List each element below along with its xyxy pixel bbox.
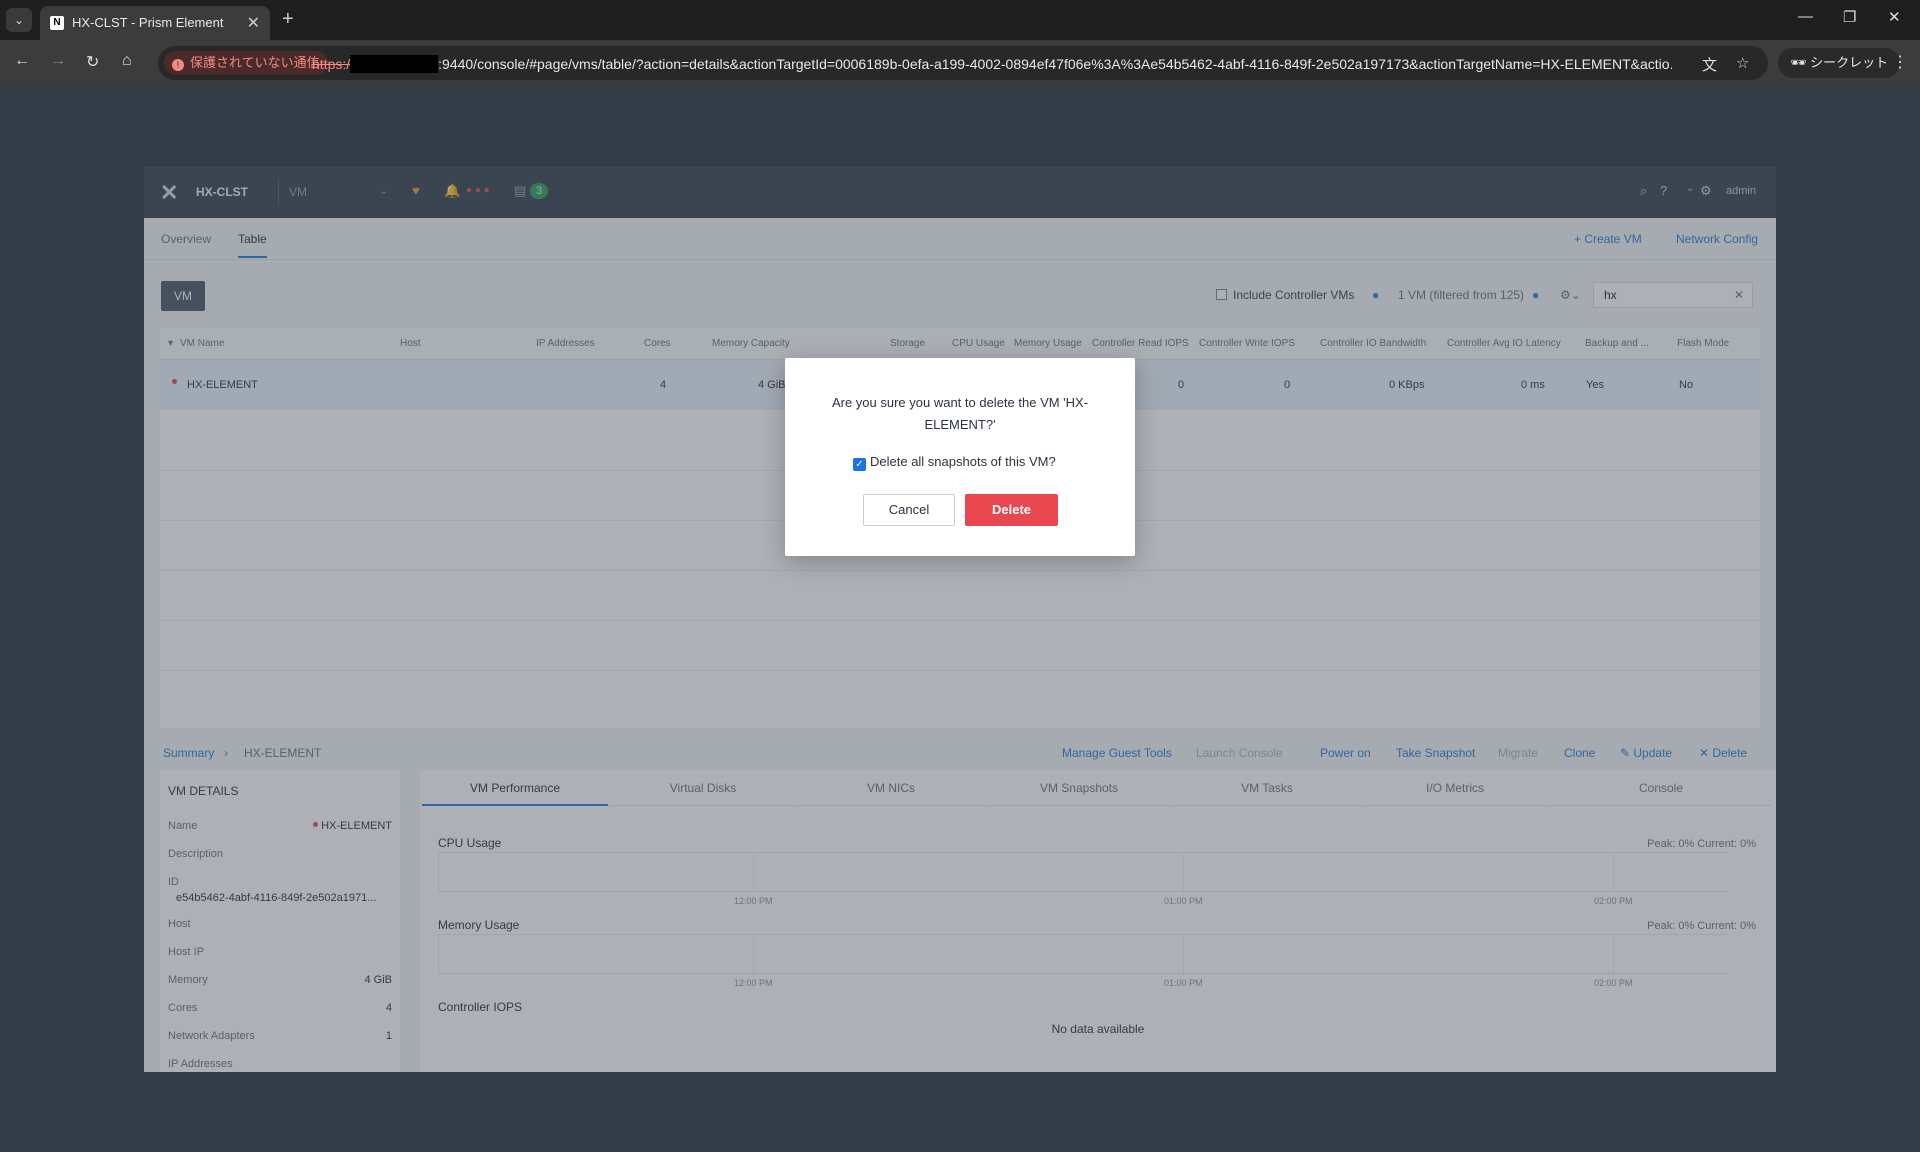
cancel-button[interactable]: Cancel	[863, 494, 955, 526]
translate-icon[interactable]: 文	[1702, 54, 1717, 75]
security-warning[interactable]: ! 保護されていない通信	[164, 51, 328, 75]
modal-overlay	[144, 166, 1776, 1072]
delete-snapshots-label: Delete all snapshots of this VM?	[870, 454, 1056, 469]
confirm-message: Are you sure you want to delete the VM '…	[831, 395, 1089, 432]
address-bar[interactable]: ! 保護されていない通信 https:/ :9440/console/#page/v…	[158, 46, 1768, 80]
restore-icon[interactable]: ❐	[1843, 8, 1856, 26]
delete-vm-dialog: Are you sure you want to delete the VM '…	[785, 358, 1135, 556]
browser-tab-bar: ⌄ N HX-CLST - Prism Element ✕ + — ❐ ✕	[0, 0, 1920, 40]
delete-snapshots-checkbox[interactable]: ✓	[853, 458, 866, 471]
incognito-indicator[interactable]: 🕶 シークレット	[1778, 48, 1901, 78]
incognito-icon: 🕶	[1790, 55, 1811, 70]
url-text[interactable]: https:/ :9440/console/#page/vms/table/?ac…	[312, 55, 1672, 73]
forward-icon[interactable]: →	[50, 52, 66, 70]
window-close-icon[interactable]: ✕	[1888, 8, 1901, 26]
nutanix-favicon-icon: N	[50, 16, 64, 30]
security-label: 保護されていない通信	[190, 55, 320, 70]
redacted-host	[350, 55, 439, 73]
tab-search-chevron-icon[interactable]: ⌄	[6, 8, 32, 32]
bookmark-star-icon[interactable]: ☆	[1736, 54, 1749, 72]
tab-close-icon[interactable]: ✕	[247, 13, 260, 33]
home-icon[interactable]: ⌂	[122, 52, 132, 70]
url-scheme: https:/	[312, 56, 351, 72]
browser-tab[interactable]: N HX-CLST - Prism Element ✕	[40, 6, 270, 40]
browser-toolbar: ← → ↻ ⌂ ! 保護されていない通信 https:/ :9440/console…	[0, 40, 1920, 86]
back-icon[interactable]: ←	[14, 52, 30, 70]
delete-button[interactable]: Delete	[965, 494, 1058, 526]
warning-icon: !	[172, 59, 184, 71]
minimize-icon[interactable]: —	[1798, 8, 1813, 25]
new-tab-icon[interactable]: +	[282, 8, 294, 31]
tab-title: HX-CLST - Prism Element	[72, 15, 224, 30]
browser-menu-icon[interactable]: ⋮	[1892, 52, 1908, 72]
reload-icon[interactable]: ↻	[86, 52, 99, 72]
delete-snapshots-option[interactable]: ✓ Delete all snapshots of this VM?	[853, 454, 1056, 471]
incognito-label: シークレット	[1810, 55, 1889, 70]
url-path: :9440/console/#page/vms/table/?action=de…	[438, 56, 1672, 72]
